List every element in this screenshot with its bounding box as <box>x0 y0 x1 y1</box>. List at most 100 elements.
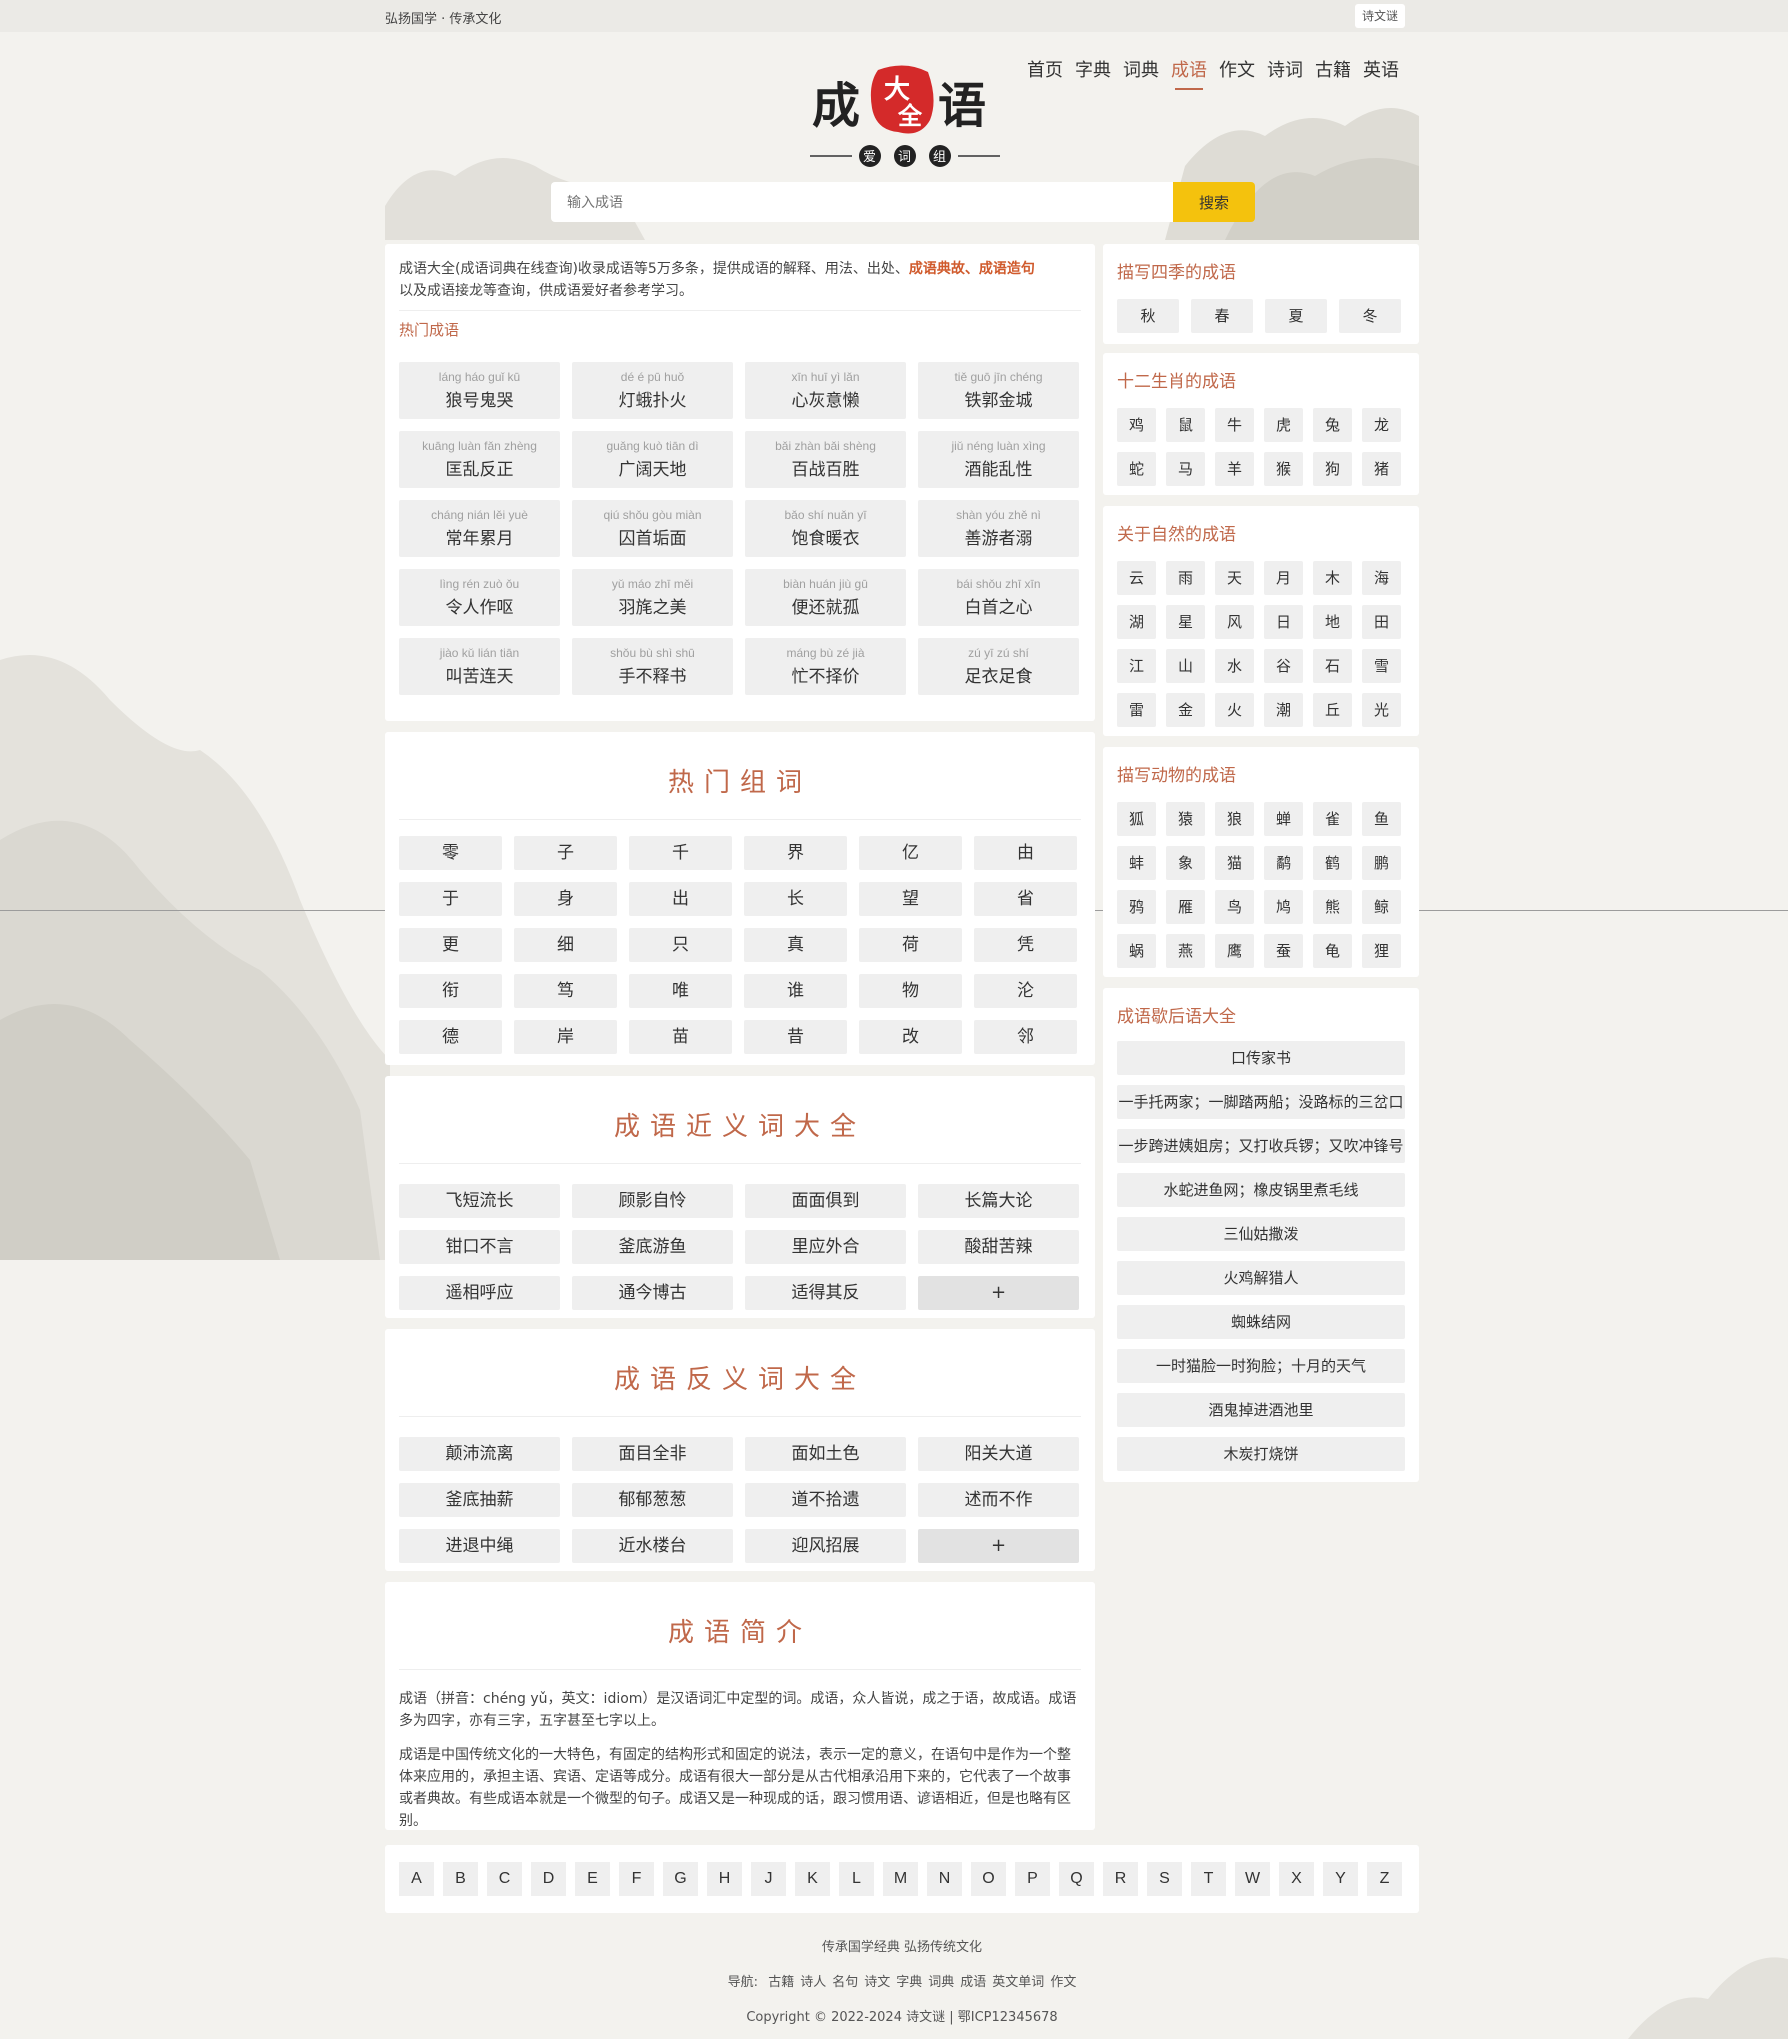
nav-yingyu[interactable]: 英语 <box>1363 56 1399 90</box>
animals-item[interactable]: 龟 <box>1313 934 1352 968</box>
animals-item[interactable]: 鸦 <box>1117 890 1156 924</box>
alphabet-letter[interactable]: L <box>839 1862 874 1896</box>
synonym-item[interactable]: 釜底游鱼 <box>572 1230 733 1264</box>
nav-chengyu[interactable]: 成语 <box>1171 56 1207 90</box>
nav-shici[interactable]: 诗词 <box>1267 56 1303 90</box>
hot-idiom-item[interactable]: tiě guō jīn chéng 铁郭金城 <box>918 362 1079 419</box>
hot-idiom-item[interactable]: bǎi zhàn bǎi shèng 百战百胜 <box>745 431 906 488</box>
antonym-item[interactable]: 述而不作 <box>918 1483 1079 1517</box>
antonym-item[interactable]: 颠沛流离 <box>399 1437 560 1471</box>
animals-item[interactable]: 蝉 <box>1264 802 1303 836</box>
hot-word-item[interactable]: 衔 <box>399 974 502 1008</box>
hot-word-item[interactable]: 千 <box>629 836 732 870</box>
synonym-item[interactable]: 里应外合 <box>745 1230 906 1264</box>
nature-item[interactable]: 雷 <box>1117 693 1156 727</box>
antonym-item[interactable]: 道不拾遗 <box>745 1483 906 1517</box>
brand-link[interactable]: 诗文谜 <box>1355 4 1405 28</box>
hot-word-item[interactable]: 出 <box>629 882 732 916</box>
hot-idiom-item[interactable]: cháng nián lěi yuè 常年累月 <box>399 500 560 557</box>
xiehouyu-item[interactable]: 一手托两家；一脚踏两船；没路标的三岔口 <box>1117 1085 1405 1119</box>
hot-idiom-item[interactable]: yǔ máo zhī měi 羽旄之美 <box>572 569 733 626</box>
hot-word-item[interactable]: 沦 <box>974 974 1077 1008</box>
nature-item[interactable]: 天 <box>1215 561 1254 595</box>
hot-idiom-item[interactable]: jiào kǔ lián tiān 叫苦连天 <box>399 638 560 695</box>
hot-word-item[interactable]: 长 <box>744 882 847 916</box>
hot-word-item[interactable]: 苗 <box>629 1020 732 1054</box>
hot-idiom-item[interactable]: bǎo shí nuǎn yī 饱食暖衣 <box>745 500 906 557</box>
nature-item[interactable]: 潮 <box>1264 693 1303 727</box>
animals-item[interactable]: 鸠 <box>1264 890 1303 924</box>
hot-idiom-item[interactable]: qiú shǒu gòu miàn 囚首垢面 <box>572 500 733 557</box>
alphabet-letter[interactable]: Z <box>1367 1862 1402 1896</box>
hot-word-item[interactable]: 改 <box>859 1020 962 1054</box>
alphabet-letter[interactable]: C <box>487 1862 522 1896</box>
hot-idiom-item[interactable]: shàn yóu zhě nì 善游者溺 <box>918 500 1079 557</box>
animals-item[interactable]: 鹰 <box>1215 934 1254 968</box>
hot-word-item[interactable]: 真 <box>744 928 847 962</box>
antonym-item[interactable]: 郁郁葱葱 <box>572 1483 733 1517</box>
nav-guji[interactable]: 古籍 <box>1315 56 1351 90</box>
zodiac-item[interactable]: 鼠 <box>1166 408 1205 442</box>
synonym-item[interactable]: 面面俱到 <box>745 1184 906 1218</box>
link-chengyu-zaoju[interactable]: 成语造句 <box>979 261 1035 277</box>
zodiac-item[interactable]: 虎 <box>1264 408 1303 442</box>
antonym-item[interactable]: 釜底抽薪 <box>399 1483 560 1517</box>
nature-item[interactable]: 星 <box>1166 605 1205 639</box>
season-item[interactable]: 秋 <box>1117 299 1179 333</box>
nav-cidian[interactable]: 词典 <box>1123 56 1159 90</box>
nature-item[interactable]: 木 <box>1313 561 1352 595</box>
footer-link[interactable]: 成语 <box>960 1975 986 1990</box>
nature-item[interactable]: 火 <box>1215 693 1254 727</box>
animals-item[interactable]: 雀 <box>1313 802 1352 836</box>
zodiac-item[interactable]: 马 <box>1166 452 1205 486</box>
alphabet-letter[interactable]: Q <box>1059 1862 1094 1896</box>
nature-item[interactable]: 江 <box>1117 649 1156 683</box>
hot-word-item[interactable]: 零 <box>399 836 502 870</box>
nature-item[interactable]: 丘 <box>1313 693 1352 727</box>
hot-word-item[interactable]: 由 <box>974 836 1077 870</box>
antonyms-more-button[interactable]: + <box>918 1529 1079 1563</box>
antonym-item[interactable]: 面目全非 <box>572 1437 733 1471</box>
zodiac-item[interactable]: 羊 <box>1215 452 1254 486</box>
xiehouyu-item[interactable]: 一时猫脸一时狗脸；十月的天气 <box>1117 1349 1405 1383</box>
animals-item[interactable]: 象 <box>1166 846 1205 880</box>
alphabet-letter[interactable]: Y <box>1323 1862 1358 1896</box>
hot-word-item[interactable]: 亿 <box>859 836 962 870</box>
xiehouyu-item[interactable]: 三仙姑撒泼 <box>1117 1217 1405 1251</box>
alphabet-letter[interactable]: M <box>883 1862 918 1896</box>
zodiac-item[interactable]: 狗 <box>1313 452 1352 486</box>
hot-word-item[interactable]: 岸 <box>514 1020 617 1054</box>
animals-item[interactable]: 猿 <box>1166 802 1205 836</box>
hot-idiom-item[interactable]: biàn huán jiù gū 便还就孤 <box>745 569 906 626</box>
antonym-item[interactable]: 迎风招展 <box>745 1529 906 1563</box>
nature-item[interactable]: 水 <box>1215 649 1254 683</box>
zodiac-item[interactable]: 牛 <box>1215 408 1254 442</box>
hot-word-item[interactable]: 只 <box>629 928 732 962</box>
nature-item[interactable]: 田 <box>1362 605 1401 639</box>
hot-word-item[interactable]: 子 <box>514 836 617 870</box>
nature-item[interactable]: 云 <box>1117 561 1156 595</box>
hot-word-item[interactable]: 德 <box>399 1020 502 1054</box>
season-item[interactable]: 冬 <box>1339 299 1401 333</box>
hot-idiom-item[interactable]: zú yī zú shí 足衣足食 <box>918 638 1079 695</box>
xiehouyu-item[interactable]: 木炭打烧饼 <box>1117 1437 1405 1471</box>
nature-item[interactable]: 金 <box>1166 693 1205 727</box>
synonyms-more-button[interactable]: + <box>918 1276 1079 1310</box>
synonym-item[interactable]: 通今博古 <box>572 1276 733 1310</box>
hot-word-item[interactable]: 邻 <box>974 1020 1077 1054</box>
season-item[interactable]: 春 <box>1191 299 1253 333</box>
zodiac-item[interactable]: 鸡 <box>1117 408 1156 442</box>
alphabet-letter[interactable]: F <box>619 1862 654 1896</box>
site-logo[interactable]: 成 大 全 语 爱 词 组 <box>810 60 1000 190</box>
footer-link[interactable]: 诗文 <box>864 1975 890 1990</box>
hot-idiom-item[interactable]: máng bù zé jià 忙不择价 <box>745 638 906 695</box>
hot-idiom-item[interactable]: shǒu bù shì shū 手不释书 <box>572 638 733 695</box>
nature-item[interactable]: 雨 <box>1166 561 1205 595</box>
animals-item[interactable]: 鹬 <box>1264 846 1303 880</box>
hot-word-item[interactable]: 省 <box>974 882 1077 916</box>
alphabet-letter[interactable]: R <box>1103 1862 1138 1896</box>
nature-item[interactable]: 湖 <box>1117 605 1156 639</box>
animals-item[interactable]: 雁 <box>1166 890 1205 924</box>
hot-word-item[interactable]: 唯 <box>629 974 732 1008</box>
animals-item[interactable]: 狐 <box>1117 802 1156 836</box>
